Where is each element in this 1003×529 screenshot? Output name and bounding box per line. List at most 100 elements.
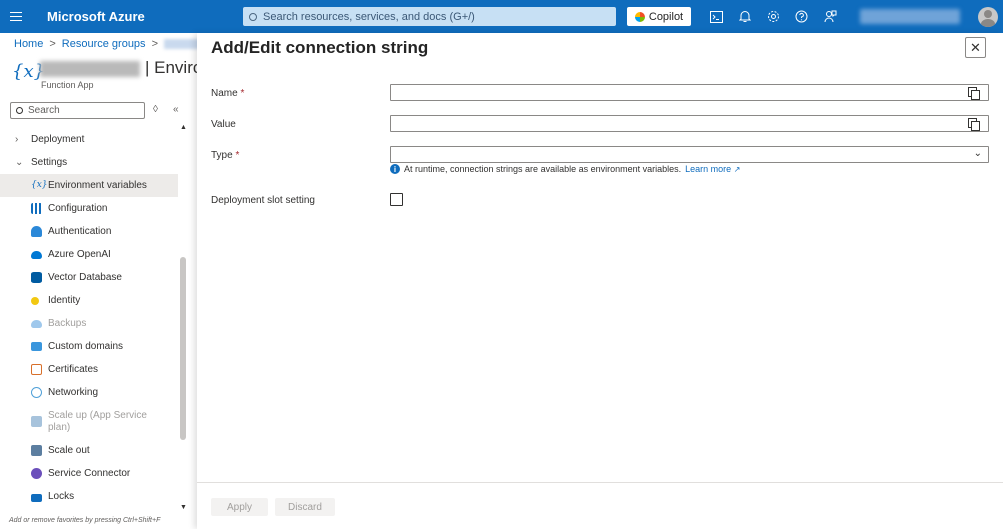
- top-bar: Microsoft Azure Search resources, servic…: [0, 0, 1003, 33]
- cloud-icon: [31, 250, 42, 259]
- nav-item-identity[interactable]: Identity: [0, 289, 178, 312]
- search-icon: [16, 107, 23, 114]
- slot-setting-checkbox[interactable]: [390, 193, 403, 206]
- gear-icon[interactable]: [766, 9, 781, 24]
- copilot-label: Copilot: [648, 10, 684, 23]
- breadcrumb-resource-groups[interactable]: Resource groups: [62, 38, 146, 50]
- required-mark: *: [240, 88, 245, 99]
- nav-group-label: Deployment: [31, 134, 85, 145]
- copilot-button[interactable]: Copilot: [627, 7, 691, 26]
- value-input[interactable]: [390, 115, 989, 132]
- name-label-text: Name: [211, 88, 238, 99]
- search-placeholder: Search resources, services, and docs (G+…: [263, 10, 475, 23]
- key-icon: [31, 296, 39, 305]
- cloud-shell-icon[interactable]: [709, 9, 724, 24]
- nav-item-backups[interactable]: Backups: [0, 312, 178, 335]
- info-icon: i: [390, 164, 400, 174]
- scroll-up-icon[interactable]: ▲: [180, 124, 187, 131]
- nav-item-locks[interactable]: Locks: [0, 485, 178, 508]
- variables-icon: {x}: [31, 180, 48, 190]
- copy-icon: [968, 118, 980, 131]
- value-label: Value: [211, 119, 236, 130]
- feedback-icon[interactable]: [823, 9, 838, 24]
- copy-icon: [968, 87, 980, 100]
- nav-item-configuration[interactable]: Configuration: [0, 197, 178, 220]
- scroll-thumb[interactable]: [180, 257, 186, 440]
- favorites-hint: Add or remove favorites by pressing Ctrl…: [9, 517, 161, 524]
- nav-item-scale-out[interactable]: Scale out: [0, 439, 178, 462]
- nav-group-settings[interactable]: ⌄ Settings: [0, 151, 178, 174]
- resource-menu: › Deployment ⌄ Settings {x} Environment …: [0, 128, 178, 508]
- type-label: Type *: [211, 150, 239, 161]
- discard-button[interactable]: Discard: [275, 498, 335, 516]
- nav-item-label: Scale out: [48, 445, 90, 456]
- required-mark: *: [235, 150, 240, 161]
- nav-item-scale-up[interactable]: Scale up (App Service plan): [0, 404, 178, 439]
- help-icon[interactable]: [794, 9, 809, 24]
- resource-type: Function App: [41, 80, 94, 90]
- brand-name[interactable]: Microsoft Azure: [47, 9, 242, 24]
- type-label-text: Type: [211, 150, 233, 161]
- nav-item-label: Backups: [48, 318, 87, 329]
- learn-more-link[interactable]: Learn more ↗: [685, 164, 740, 174]
- copy-button[interactable]: [959, 85, 988, 100]
- account-name-redacted[interactable]: [860, 9, 960, 24]
- database-icon: [31, 272, 42, 283]
- nav-item-vector-database[interactable]: Vector Database: [0, 266, 178, 289]
- breadcrumb-separator: >: [49, 38, 56, 50]
- breadcrumb: Home > Resource groups >: [14, 38, 204, 50]
- collapse-menu-icon[interactable]: «: [173, 104, 179, 115]
- nav-item-environment-variables[interactable]: {x} Environment variables: [0, 174, 178, 197]
- close-icon: ✕: [970, 39, 981, 55]
- nav-item-networking[interactable]: Networking: [0, 381, 178, 404]
- connector-icon: [31, 468, 42, 479]
- blade-title: Add/Edit connection string: [211, 38, 429, 57]
- slot-setting-label: Deployment slot setting: [211, 195, 315, 206]
- nav-item-authentication[interactable]: Authentication: [0, 220, 178, 243]
- scale-up-icon: [31, 416, 42, 427]
- menu-scrollbar[interactable]: ▲ ▼: [178, 124, 188, 514]
- search-options-icon[interactable]: ◊: [153, 104, 158, 115]
- bell-icon[interactable]: [737, 9, 752, 24]
- nav-item-label: Scale up (App Service plan): [48, 409, 147, 433]
- global-search-input[interactable]: Search resources, services, and docs (G+…: [243, 7, 616, 26]
- scale-out-icon: [31, 445, 42, 456]
- footer-divider: [197, 482, 1003, 483]
- nav-item-label: Vector Database: [48, 272, 122, 283]
- nav-item-label: Service Connector: [48, 468, 131, 479]
- nav-item-label: Environment variables: [48, 180, 147, 191]
- breadcrumb-home[interactable]: Home: [14, 38, 43, 50]
- nav-item-label: Configuration: [48, 203, 108, 214]
- nav-item-azure-openai[interactable]: Azure OpenAI: [0, 243, 178, 266]
- chevron-down-icon: ⌄: [973, 148, 982, 159]
- copilot-logo-icon: [634, 11, 645, 22]
- person-key-icon: [31, 226, 42, 237]
- name-input[interactable]: [390, 84, 989, 101]
- nav-item-label: Identity: [48, 295, 81, 306]
- menu-icon[interactable]: [0, 0, 32, 33]
- learn-more-label: Learn more: [685, 164, 732, 174]
- avatar[interactable]: [978, 7, 998, 27]
- nav-item-label: Azure OpenAI: [48, 249, 111, 260]
- resource-name-redacted: [40, 61, 140, 77]
- type-info-message: i At runtime, connection strings are ava…: [390, 164, 740, 174]
- nav-item-certificates[interactable]: Certificates: [0, 358, 178, 381]
- menu-search-input[interactable]: Search: [10, 102, 145, 119]
- nav-item-service-connector[interactable]: Service Connector: [0, 462, 178, 485]
- copy-button[interactable]: [959, 116, 988, 131]
- breadcrumb-separator: >: [151, 38, 158, 50]
- nav-item-label: Custom domains: [48, 341, 124, 352]
- certificate-icon: [31, 364, 42, 375]
- nav-item-label: Authentication: [48, 226, 112, 237]
- sliders-icon: [31, 203, 42, 214]
- nav-group-deployment[interactable]: › Deployment: [0, 128, 178, 151]
- close-button[interactable]: ✕: [965, 37, 986, 58]
- apply-button[interactable]: Apply: [211, 498, 268, 516]
- search-icon: [249, 12, 257, 21]
- domain-icon: [31, 342, 42, 351]
- type-dropdown[interactable]: ⌄: [390, 146, 989, 163]
- scroll-down-icon[interactable]: ▼: [180, 504, 187, 511]
- nav-item-custom-domains[interactable]: Custom domains: [0, 335, 178, 358]
- external-link-icon: ↗: [733, 165, 741, 174]
- nav-group-label: Settings: [31, 157, 68, 168]
